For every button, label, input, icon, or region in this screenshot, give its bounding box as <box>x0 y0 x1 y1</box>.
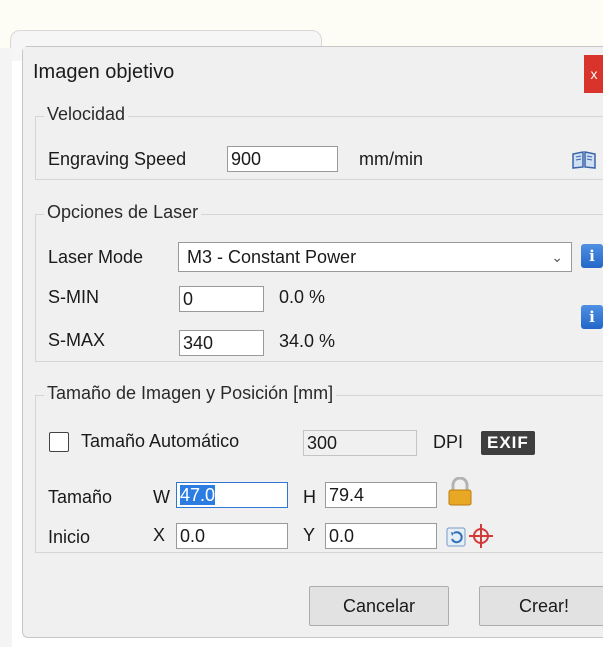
size-group-legend: Tamaño de Imagen y Posición [mm] <box>44 383 337 404</box>
laser-group-legend: Opciones de Laser <box>44 202 202 223</box>
smin-input[interactable]: 0 <box>179 286 264 312</box>
dpi-input[interactable]: 300 <box>303 430 417 456</box>
target-image-dialog: Imagen objetivo x Velocidad Engraving Sp… <box>22 46 603 638</box>
laser-mode-value: M3 - Constant Power <box>187 247 357 267</box>
x-input[interactable]: 0.0 <box>176 523 288 549</box>
speed-unit-label: mm/min <box>359 149 423 169</box>
engraving-speed-input[interactable]: 900 <box>227 146 338 172</box>
dialog-title: Imagen objetivo <box>33 61 175 83</box>
smax-input[interactable]: 340 <box>179 330 264 356</box>
chevron-down-icon: ⌄ <box>551 249 563 265</box>
exif-button[interactable]: EXIF <box>481 431 535 455</box>
width-value: 47.0 <box>180 485 216 505</box>
width-input[interactable]: 47.0 <box>176 482 288 508</box>
smin-label: S-MIN <box>48 287 99 307</box>
y-input[interactable]: 0.0 <box>325 523 437 549</box>
smin-percent: 0.0 % <box>279 287 326 307</box>
image-size-group: Tamaño de Imagen y Posición [mm] <box>35 383 603 553</box>
laser-mode-label: Laser Mode <box>48 247 144 267</box>
y-label: Y <box>303 525 316 545</box>
background-window-left <box>0 48 12 647</box>
book-icon[interactable] <box>571 151 597 169</box>
smin-smax-info-icon[interactable]: i <box>581 305 603 329</box>
height-label: H <box>303 487 316 507</box>
laser-mode-select[interactable]: M3 - Constant Power ⌄ <box>178 242 572 272</box>
width-label: W <box>153 487 170 507</box>
laser-mode-info-icon[interactable]: i <box>581 244 603 268</box>
start-label: Inicio <box>48 527 91 547</box>
auto-size-checkbox[interactable] <box>49 432 69 452</box>
auto-size-label[interactable]: Tamaño Automático <box>81 431 239 452</box>
x-label: X <box>153 525 166 545</box>
title-bar[interactable]: Imagen objetivo x <box>23 47 603 101</box>
speed-group-legend: Velocidad <box>44 104 129 125</box>
smax-percent: 34.0 % <box>279 331 336 351</box>
close-button[interactable]: x <box>584 55 603 93</box>
height-input[interactable]: 79.4 <box>325 482 437 508</box>
size-label: Tamaño <box>48 487 113 507</box>
lock-icon[interactable] <box>447 477 473 507</box>
create-button[interactable]: Crear! <box>479 586 603 626</box>
engraving-speed-label: Engraving Speed <box>48 149 187 169</box>
reset-icon[interactable] <box>446 527 466 547</box>
cancel-button[interactable]: Cancelar <box>309 586 449 626</box>
crosshair-icon[interactable] <box>468 523 494 549</box>
dpi-label: DPI <box>433 432 464 452</box>
smax-label: S-MAX <box>48 330 106 350</box>
